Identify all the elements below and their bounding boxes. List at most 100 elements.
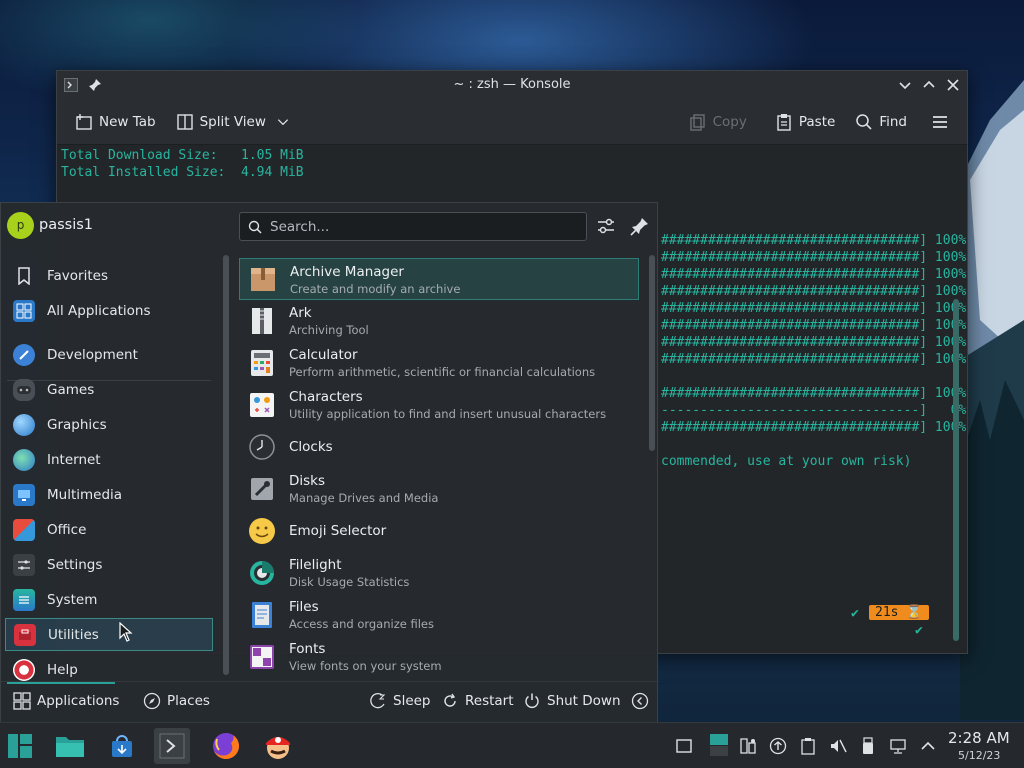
volume-muted-icon[interactable]	[828, 736, 848, 756]
category-utilities[interactable]: Utilities	[5, 618, 213, 651]
app-description: View fonts on your system	[289, 659, 442, 673]
split-view-button[interactable]: Split View	[168, 107, 298, 137]
category-label: Favorites	[47, 267, 108, 284]
network-icon[interactable]	[888, 736, 908, 756]
category-graphics[interactable]: Graphics	[5, 408, 213, 441]
category-label: Settings	[47, 556, 103, 573]
terminal-scrollbar[interactable]	[953, 299, 959, 641]
search-box[interactable]	[239, 212, 587, 241]
app-launcher-button[interactable]	[2, 728, 38, 764]
office-icon	[13, 518, 35, 541]
konsole-titlebar[interactable]: ~ : zsh — Konsole	[57, 71, 967, 99]
tab-applications[interactable]: Applications	[13, 692, 119, 710]
category-development[interactable]: Development	[5, 338, 213, 371]
chevron-down-icon	[277, 118, 288, 125]
taskbar-konsole[interactable]	[154, 728, 190, 764]
multimedia-icon	[13, 483, 35, 506]
updates-icon[interactable]	[768, 736, 788, 756]
category-system[interactable]: System	[5, 583, 213, 616]
category-list: Favorites All Applications Development G…	[1, 253, 221, 683]
clipboard-icon[interactable]	[798, 736, 818, 756]
graphics-icon	[13, 413, 35, 436]
app-description: Disk Usage Statistics	[289, 575, 410, 589]
terminal-line: #################################] 100%	[661, 318, 967, 333]
app-item-files[interactable]: Files Access and organize files	[239, 594, 639, 636]
usb-device-icon[interactable]	[858, 736, 878, 756]
sleep-icon	[370, 693, 386, 709]
app-item-filelight[interactable]: Filelight Disk Usage Statistics	[239, 552, 639, 594]
clock-date[interactable]: 5/12/23	[958, 749, 1000, 762]
category-all-applications[interactable]: All Applications	[5, 294, 213, 327]
hamburger-menu-button[interactable]	[923, 107, 957, 137]
app-item-characters[interactable]: Characters Utility application to find a…	[239, 384, 639, 426]
search-icon	[248, 220, 262, 234]
sleep-button[interactable]: Sleep	[369, 692, 431, 710]
category-settings[interactable]: Settings	[5, 548, 213, 581]
category-games[interactable]: Games	[5, 373, 213, 406]
app-item-clocks[interactable]: Clocks	[239, 426, 639, 468]
find-button[interactable]: Find	[847, 107, 915, 137]
prompt-check: ✔	[915, 623, 923, 638]
app-title: Disks	[289, 473, 326, 489]
taskbar-firefox[interactable]	[208, 728, 244, 764]
pin-icon[interactable]	[87, 77, 103, 93]
maximize-button[interactable]	[921, 77, 937, 93]
app-title: Fonts	[289, 641, 326, 657]
chevron-left-circle-icon	[631, 692, 649, 710]
search-icon	[856, 113, 872, 130]
new-tab-button[interactable]: New Tab	[67, 107, 164, 137]
configure-button[interactable]	[595, 215, 617, 241]
calculator-icon	[251, 350, 273, 376]
taskbar-game[interactable]	[260, 728, 296, 764]
paste-button[interactable]: Paste	[767, 107, 843, 137]
manjaro-icon	[8, 734, 32, 758]
category-internet[interactable]: Internet	[5, 443, 213, 476]
find-label: Find	[879, 113, 907, 130]
split-view-label: Split View	[199, 113, 266, 130]
copy-label: Copy	[712, 113, 747, 130]
app-item-fonts[interactable]: Fonts View fonts on your system	[239, 636, 639, 678]
task-manager-icon[interactable]	[738, 736, 758, 756]
restart-icon	[444, 693, 456, 707]
taskbar-discover[interactable]	[104, 728, 140, 764]
terminal-line: #################################] 100%	[661, 250, 967, 265]
avatar[interactable]: p	[7, 212, 34, 239]
app-item-ark[interactable]: Ark Archiving Tool	[239, 300, 639, 342]
app-item-emoji-selector[interactable]: Emoji Selector	[239, 510, 639, 552]
restart-button[interactable]: Restart	[441, 692, 514, 710]
close-button[interactable]	[945, 77, 961, 93]
app-item-disks[interactable]: Disks Manage Drives and Media	[239, 468, 639, 510]
prompt-time-badge: 21s ⌛	[869, 605, 929, 620]
files-icon	[252, 602, 272, 628]
settings-icon	[13, 553, 35, 576]
terminal-app-icon[interactable]	[63, 77, 79, 93]
virtual-desktop-pager[interactable]	[708, 733, 730, 757]
terminal-line: #################################] 100%	[661, 335, 967, 350]
category-scrollbar[interactable]	[223, 255, 229, 675]
application-scrollbar[interactable]	[649, 255, 655, 451]
pin-launcher-button[interactable]	[629, 215, 651, 241]
app-item-archive-manager[interactable]: Archive Manager Create and modify an arc…	[239, 258, 639, 300]
terminal-line: #################################] 100%	[661, 267, 967, 282]
category-multimedia[interactable]: Multimedia	[5, 478, 213, 511]
show-desktop-icon[interactable]	[674, 736, 694, 756]
category-label: Office	[47, 521, 87, 538]
tab-places[interactable]: Places	[143, 692, 210, 710]
shutdown-button[interactable]: Shut Down	[523, 692, 621, 710]
taskbar-file-manager[interactable]	[52, 728, 88, 764]
terminal-line: Total Installed Size: 4.94 MiB	[61, 165, 304, 180]
leave-menu-button[interactable]	[631, 692, 649, 710]
grid-icon	[13, 299, 35, 322]
tab-label: Applications	[37, 693, 120, 709]
copy-icon	[689, 113, 705, 131]
category-favorites[interactable]: Favorites	[5, 259, 213, 292]
search-input[interactable]	[270, 218, 586, 235]
paste-icon	[777, 113, 791, 131]
grid-icon	[13, 692, 31, 710]
category-office[interactable]: Office	[5, 513, 213, 546]
chevron-up-icon[interactable]	[918, 736, 938, 756]
clock-time[interactable]: 2:28 AM	[948, 729, 1010, 747]
minimize-button[interactable]	[897, 77, 913, 93]
app-item-calculator[interactable]: Calculator Perform arithmetic, scientifi…	[239, 342, 639, 384]
copy-button[interactable]: Copy	[681, 107, 755, 137]
